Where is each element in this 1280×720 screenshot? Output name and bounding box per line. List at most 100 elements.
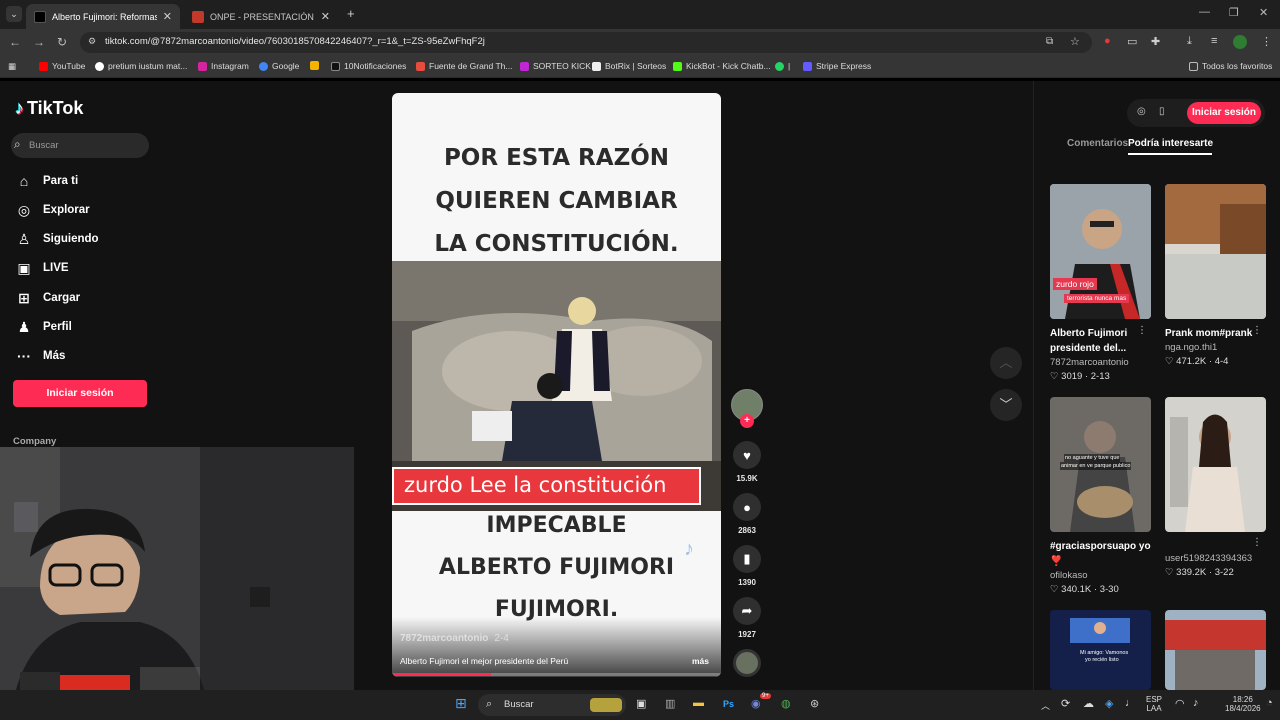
coin-icon[interactable]: ◎ [1137, 106, 1146, 117]
volume-icon[interactable]: ♪ [1193, 697, 1199, 709]
video-thumbnail[interactable]: Mi amigo: Vamonos yo recién listo [1050, 610, 1151, 690]
bookmark-x[interactable]: 10Notificaciones [331, 61, 406, 71]
bookmark-pretium[interactable]: pretium iustum mat... [95, 61, 187, 71]
new-tab-button[interactable]: + [347, 6, 355, 21]
wifi-icon[interactable]: ◠ [1175, 697, 1185, 710]
download-icon[interactable]: ⤓ [1187, 35, 1192, 48]
bookmark-stripe[interactable]: Stripe Express [803, 61, 871, 71]
video-thumbnail[interactable]: no aguante y tuve que animar en ve parqu… [1050, 397, 1151, 532]
reload-icon[interactable]: ↻ [57, 35, 67, 49]
heart-icon[interactable]: ♥ [733, 441, 761, 469]
minimize-icon[interactable]: — [1199, 6, 1210, 18]
media-icon[interactable]: ≡ [1211, 35, 1217, 47]
task-view-icon[interactable]: ▣ [636, 697, 646, 710]
card-author[interactable]: user5198243394363 [1165, 553, 1266, 564]
suggested-video-card[interactable]: no aguante y tuve que animar en ve parqu… [1050, 397, 1151, 595]
next-video-button[interactable]: ﹀ [990, 389, 1022, 421]
suggested-video-card[interactable]: Prank mom#prank nga.ngo.thi1 ♡ 471.2K · … [1165, 184, 1266, 367]
nav-siguiendo[interactable]: ♙ Siguiendo [15, 230, 99, 248]
follow-plus-button[interactable]: + [740, 414, 754, 428]
photoshop-icon[interactable]: Ps [723, 699, 734, 709]
login-button[interactable]: Iniciar sesión [13, 380, 147, 407]
phone-icon[interactable]: ▯ [1159, 106, 1165, 117]
address-bar[interactable]: ⚙ tiktok.com/@7872marcoantonio/video/760… [80, 32, 1092, 53]
close-tab-icon[interactable]: ✕ [163, 10, 172, 23]
nav-cargar[interactable]: ⊞ Cargar [15, 289, 80, 307]
bookmark-botrix[interactable]: BotRix | Sorteos [592, 61, 666, 71]
nav-explorar[interactable]: ◎ Explorar [15, 201, 90, 219]
menu-dots-icon[interactable]: ⋮ [1261, 35, 1272, 48]
video-progress-bar[interactable] [392, 673, 721, 676]
apps-grid-icon[interactable]: ▦ [8, 61, 16, 72]
share-action[interactable]: ➦ 1927 [733, 597, 761, 639]
card-menu-icon[interactable]: ⋮ [1252, 537, 1262, 548]
video-thumbnail[interactable]: zurdo rojo terrorista nunca mas [1050, 184, 1151, 319]
extensions-puzzle-icon[interactable]: ✚ [1151, 35, 1160, 48]
close-tab-icon[interactable]: ✕ [321, 10, 330, 23]
close-window-icon[interactable]: ✕ [1259, 6, 1268, 19]
maximize-icon[interactable]: ❐ [1229, 6, 1239, 19]
all-bookmarks[interactable]: Todos los favoritos [1189, 61, 1272, 71]
bookmark-pinwheel[interactable] [310, 61, 323, 70]
install-app-icon[interactable]: ⧉ [1046, 36, 1053, 47]
like-action[interactable]: ♥ 15.9K [733, 441, 761, 483]
file-icon[interactable]: ▥ [665, 697, 675, 710]
chrome-icon[interactable]: ◍ [781, 697, 791, 710]
tab-onpe[interactable]: ONPE - PRESENTACIÓN DE RES ✕ [184, 4, 338, 29]
site-info-icon[interactable]: ⚙ [88, 36, 96, 47]
video-more-link[interactable]: más [692, 656, 709, 666]
app-icon[interactable]: ⊛ [810, 697, 819, 710]
bookmark-gta[interactable]: Fuente de Grand Th... [416, 61, 512, 71]
tab-podria-interesarte[interactable]: Podría interesarte [1128, 138, 1213, 149]
tab-tiktok[interactable]: Alberto Fujimori: Reformas y E ✕ [26, 4, 180, 29]
nav-para-ti[interactable]: ⌂ Para ti [15, 172, 78, 190]
previous-video-button[interactable]: ︿ [990, 347, 1022, 379]
comment-action[interactable]: ● 2863 [733, 493, 761, 535]
microphone-icon[interactable]: ♩ [1125, 697, 1136, 709]
tray-icon[interactable]: ⟳ [1061, 697, 1070, 710]
bookmark-youtube[interactable]: YouTube [39, 61, 85, 71]
video-player[interactable]: POR ESTA RAZÓN QUIEREN CAMBIAR LA CONSTI… [392, 93, 721, 677]
suggested-video-card[interactable]: user5198243394363 ♡ 339.2K · 3-22 ⋮ [1165, 397, 1266, 578]
cloud-icon[interactable]: ☁ [1083, 697, 1094, 710]
card-menu-icon[interactable]: ⋮ [1252, 325, 1262, 336]
share-icon[interactable]: ➦ [733, 597, 761, 625]
nav-perfil[interactable]: ♟ Perfil [15, 318, 72, 336]
bookmark-kickbot[interactable]: KickBot - Kick Chatb... [673, 61, 771, 71]
card-author[interactable]: nga.ngo.thi1 [1165, 342, 1266, 353]
suggested-video-card[interactable]: Mi amigo: Vamonos yo recién listo [1050, 610, 1151, 690]
tab-search-icon[interactable]: ⌄ [6, 6, 22, 22]
windows-start-icon[interactable]: ⊞ [455, 695, 467, 712]
card-title[interactable]: Prank mom#prank [1165, 326, 1266, 341]
comment-icon[interactable]: ● [733, 493, 761, 521]
card-author[interactable]: ofilokaso [1050, 570, 1151, 581]
extension-icon[interactable]: ▭ [1127, 35, 1137, 48]
suggested-video-card[interactable] [1165, 610, 1266, 690]
forward-icon[interactable]: → [33, 35, 45, 49]
bookmark-google[interactable]: Google [259, 61, 299, 71]
video-thumbnail[interactable] [1165, 610, 1266, 690]
suggested-video-card[interactable]: zurdo rojo terrorista nunca mas Alberto … [1050, 184, 1151, 382]
music-disc-icon[interactable] [733, 649, 761, 677]
bookmark-sorteo[interactable]: SORTEO KICK [520, 61, 591, 71]
card-title[interactable]: Alberto Fujimori presidente del... [1050, 326, 1151, 356]
file-explorer-icon[interactable]: ▬ [693, 697, 704, 709]
tray-overflow-icon[interactable]: ︿ [1041, 699, 1050, 712]
tab-comentarios[interactable]: Comentarios [1067, 138, 1128, 149]
bookmark-whatsapp[interactable]: | [775, 61, 790, 71]
language-indicator[interactable]: ESP LAA [1146, 695, 1162, 713]
search-input[interactable]: ⌕ Buscar [11, 133, 149, 158]
taskbar-search[interactable]: ⌕ Buscar [478, 694, 626, 716]
bookmark-star-icon[interactable]: ☆ [1070, 35, 1080, 48]
extension-red-icon[interactable]: ● [1104, 35, 1111, 47]
card-author[interactable]: 7872marcoantonio [1050, 357, 1151, 368]
notifications-icon[interactable]: ◔ [1266, 697, 1273, 709]
bookmark-icon[interactable]: ▮ [733, 545, 761, 573]
nav-mas[interactable]: ··· Más [15, 347, 65, 365]
video-thumbnail[interactable] [1165, 184, 1266, 319]
profile-avatar-icon[interactable] [1233, 35, 1247, 49]
discord-icon[interactable]: ◉ [751, 697, 761, 710]
clock[interactable]: 18:26 18/4/2026 [1225, 695, 1261, 713]
video-thumbnail[interactable] [1165, 397, 1266, 532]
tiktok-logo[interactable]: ♪ TikTok [15, 98, 83, 119]
